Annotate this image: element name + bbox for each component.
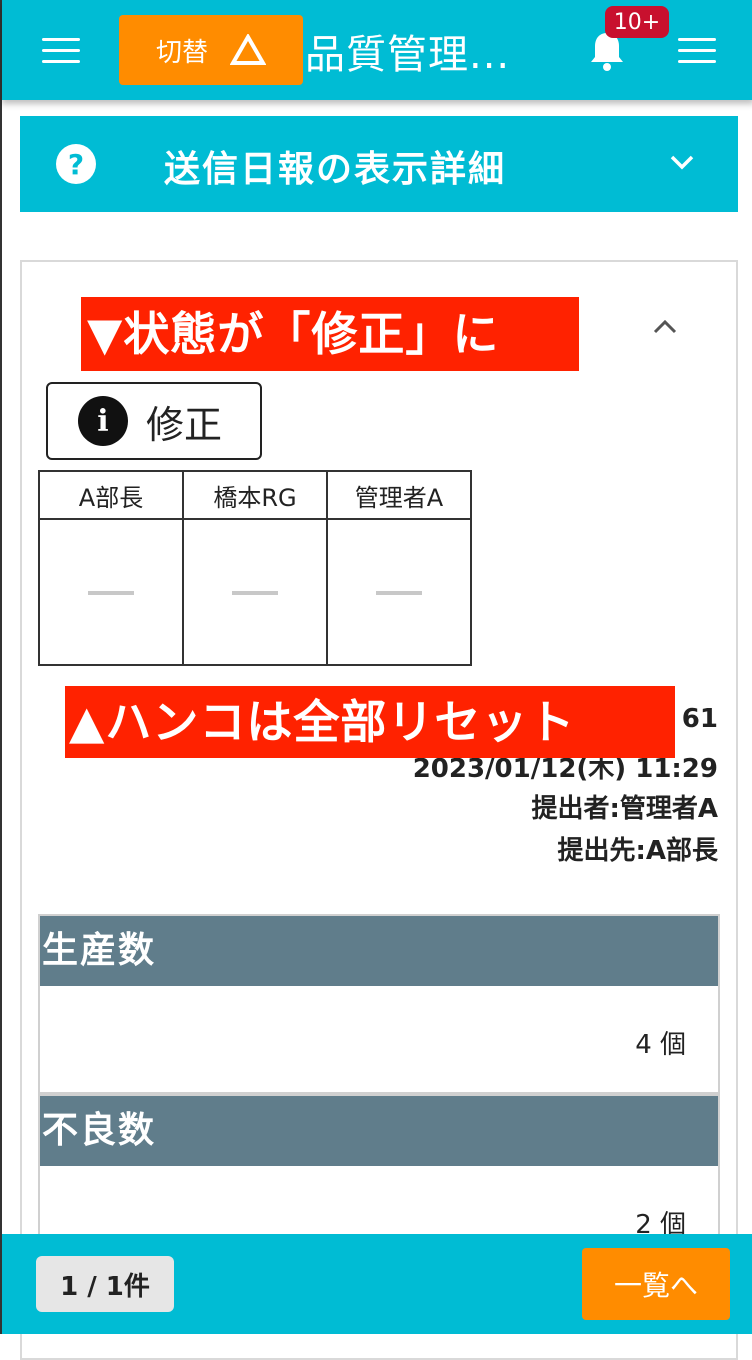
stamp-cell (182, 518, 328, 666)
approval-stamp-table: A部長 橋本RG 管理者A (38, 470, 472, 666)
empty-stamp-dash (376, 591, 422, 595)
chevron-up-icon[interactable] (652, 318, 678, 336)
annotation-status-changed: ▼状態が「修正」に (81, 297, 579, 371)
stamp-header: 橋本RG (182, 470, 328, 520)
menu-icon[interactable] (42, 38, 80, 64)
annotation-stamps-reset: ▲ハンコは全部リセット (65, 686, 675, 758)
section-value: 4 個 (635, 1030, 686, 1060)
section-title: 生産数 (40, 916, 718, 986)
status-badge: i 修正 (46, 382, 262, 460)
report-detail-accordion[interactable]: ? 送信日報の表示詳細 (20, 116, 738, 212)
warning-triangle-icon (230, 34, 266, 65)
menu-right-icon[interactable] (678, 38, 716, 64)
section-production-count: 生産数 4 個 (38, 914, 720, 1094)
help-icon[interactable]: ? (56, 144, 96, 184)
app-title: 品質管理... (305, 32, 511, 78)
switch-button[interactable]: 切替 (119, 15, 303, 85)
stamp-cell (326, 518, 472, 666)
report-destination: 提出先:A部長 (557, 836, 718, 866)
page-count: 1 / 1件 (36, 1256, 174, 1312)
info-icon: i (78, 396, 128, 446)
switch-button-label: 切替 (155, 37, 208, 68)
report-submitter: 提出者:管理者A (531, 794, 718, 824)
stamp-header: 管理者A (326, 470, 472, 520)
back-to-list-button[interactable]: 一覧へ (582, 1248, 730, 1320)
bottom-bar: 1 / 1件 一覧へ (2, 1234, 752, 1334)
status-label: 修正 (146, 402, 223, 447)
stamp-header: A部長 (38, 470, 184, 520)
section-title: 不良数 (40, 1096, 718, 1166)
stamp-cell (38, 518, 184, 666)
top-app-bar: 切替 品質管理... 10+ (2, 0, 752, 100)
chevron-down-icon[interactable] (668, 152, 696, 172)
notification-badge: 10+ (605, 6, 669, 38)
empty-stamp-dash (232, 591, 278, 595)
empty-stamp-dash (88, 591, 134, 595)
accordion-title: 送信日報の表示詳細 (164, 149, 507, 190)
section-body: 4 個 (40, 986, 718, 1092)
